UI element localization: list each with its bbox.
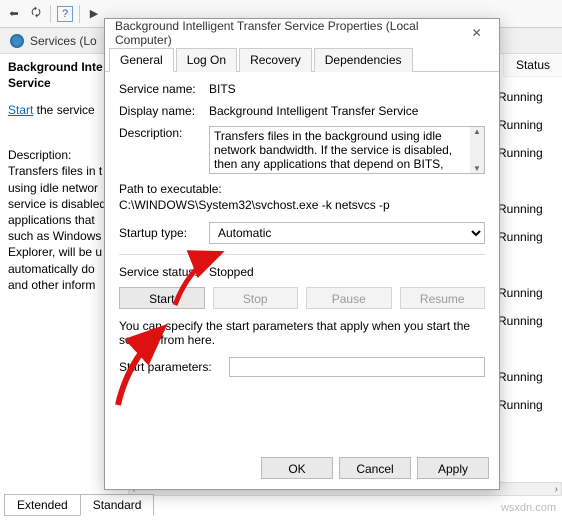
status-cell (498, 256, 562, 274)
services-title: Services (Lo (30, 34, 97, 48)
lbl-service-status: Service status: (119, 265, 209, 279)
status-list: Running Running Running Running Running Runni… (492, 88, 562, 508)
status-cell: Running (498, 144, 562, 162)
startup-type-select[interactable]: Automatic (209, 222, 485, 244)
status-cell: Running (498, 312, 562, 330)
status-cell (498, 340, 562, 358)
description-scrollbar[interactable]: ▲▼ (470, 127, 484, 173)
ok-button[interactable]: OK (261, 457, 333, 479)
gear-icon (10, 34, 24, 48)
lbl-display-name: Display name: (119, 104, 209, 118)
val-path: C:\WINDOWS\System32\svchost.exe -k netsv… (119, 198, 485, 212)
service-title: Background Inte Service (8, 60, 113, 91)
properties-dialog: Background Intelligent Transfer Service … (104, 18, 500, 490)
lbl-startup-type: Startup type: (119, 226, 209, 240)
refresh-icon[interactable]: 🗘 (28, 6, 44, 22)
status-cell: Running (498, 228, 562, 246)
scroll-right-icon[interactable]: › (555, 484, 558, 495)
status-cell: Running (498, 284, 562, 302)
lbl-start-params: Start parameters: (119, 360, 229, 374)
lbl-path: Path to executable: (119, 182, 485, 196)
close-icon[interactable]: ✕ (462, 22, 491, 44)
branding: wsxdn.com (501, 502, 556, 514)
status-cell: Running (498, 396, 562, 414)
cancel-button[interactable]: Cancel (339, 457, 411, 479)
dialog-tab-log-on[interactable]: Log On (176, 48, 237, 72)
description-heading: Description: (8, 147, 113, 163)
lbl-service-name: Service name: (119, 82, 209, 96)
dialog-tab-general[interactable]: General (109, 48, 174, 72)
lbl-description: Description: (119, 126, 209, 140)
start-params-input[interactable] (229, 357, 485, 377)
left-pane: Background Inte Service Start the servic… (0, 54, 120, 484)
start-service-link[interactable]: Start (8, 103, 33, 117)
dialog-tab-recovery[interactable]: Recovery (239, 48, 312, 72)
start-suffix: the service (33, 103, 94, 117)
status-cell: Running (498, 368, 562, 386)
dialog-tabs: GeneralLog OnRecoveryDependencies (105, 47, 499, 72)
status-cell (498, 172, 562, 190)
help-icon[interactable]: ? (57, 6, 73, 22)
dialog-title: Background Intelligent Transfer Service … (115, 19, 462, 47)
val-service-status: Stopped (209, 265, 485, 279)
pause-button: Pause (306, 287, 392, 309)
status-cell: Running (498, 116, 562, 134)
status-cell (498, 452, 562, 470)
status-cell: Running (498, 88, 562, 106)
status-cell (498, 424, 562, 442)
val-description[interactable]: Transfers files in the background using … (209, 126, 485, 174)
description-text: Transfers files in t using idle networ s… (8, 163, 113, 293)
run-icon[interactable]: ▶ (86, 6, 102, 22)
val-display-name: Background Intelligent Transfer Service (209, 104, 485, 118)
start-button[interactable]: Start (119, 287, 205, 309)
val-service-name: BITS (209, 82, 485, 96)
status-cell: Running (498, 200, 562, 218)
bottom-tabs: Extended Standard (4, 494, 153, 516)
tab-extended[interactable]: Extended (4, 494, 81, 516)
apply-button[interactable]: Apply (417, 457, 489, 479)
start-params-hint: You can specify the start parameters tha… (119, 319, 485, 347)
stop-button: Stop (213, 287, 299, 309)
dialog-tab-dependencies[interactable]: Dependencies (314, 48, 413, 72)
back-icon[interactable]: ⬅ (6, 6, 22, 22)
column-header-status[interactable]: Status (503, 54, 562, 77)
resume-button: Resume (400, 287, 486, 309)
tab-standard[interactable]: Standard (80, 494, 155, 516)
